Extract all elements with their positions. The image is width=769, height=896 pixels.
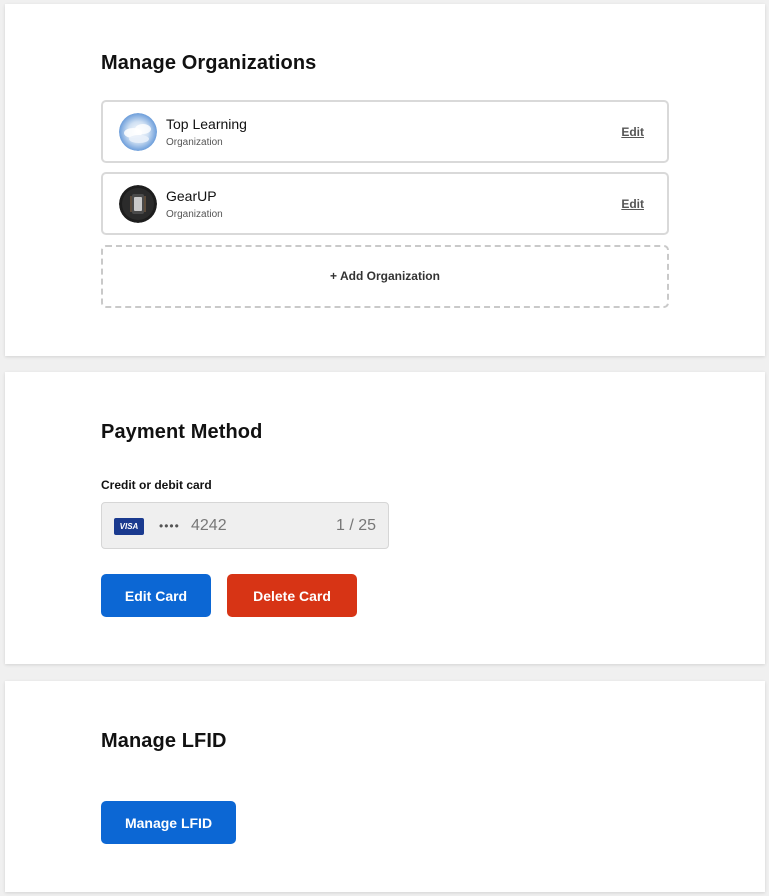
edit-organization-link[interactable]: Edit [621, 197, 644, 211]
card-last-four: 4242 [191, 517, 227, 534]
visa-card-icon: VISA [114, 518, 144, 535]
organizations-title: Manage Organizations [101, 52, 317, 74]
organizations-section: Manage Organizations [101, 51, 669, 75]
organizations-card: Manage Organizations Top Learning Organi… [5, 4, 765, 356]
organization-item-gearup[interactable]: GearUP Organization Edit [101, 172, 669, 235]
edit-card-button[interactable]: Edit Card [101, 574, 211, 617]
payment-title: Payment Method [101, 421, 263, 443]
card-input[interactable]: VISA •••• 4242 1 / 25 [101, 502, 389, 549]
organization-name: GearUP [166, 188, 217, 204]
organization-type: Organization [166, 209, 223, 220]
add-organization-button[interactable]: + Add Organization [101, 245, 669, 308]
cloud-sky-avatar-icon [119, 113, 157, 151]
organization-name: Top Learning [166, 116, 247, 132]
organization-item-top-learning[interactable]: Top Learning Organization Edit [101, 100, 669, 163]
edit-organization-link[interactable]: Edit [621, 125, 644, 139]
card-mask: •••• [159, 519, 180, 533]
organization-type: Organization [166, 137, 223, 148]
lfid-title: Manage LFID [101, 730, 227, 752]
payment-section: Payment Method Credit or debit card VISA… [101, 372, 669, 664]
delete-card-button[interactable]: Delete Card [227, 574, 357, 617]
dark-device-avatar-icon [119, 185, 157, 223]
card-field-label: Credit or debit card [101, 478, 212, 492]
lfid-card: Manage LFID Manage LFID [5, 681, 765, 892]
account-settings-page: Manage Organizations Top Learning Organi… [0, 0, 769, 896]
payment-method-card: Payment Method Credit or debit card VISA… [5, 372, 765, 664]
manage-lfid-button[interactable]: Manage LFID [101, 801, 236, 844]
lfid-section: Manage LFID Manage LFID [101, 681, 669, 892]
card-counter: 1 / 25 [335, 517, 376, 534]
